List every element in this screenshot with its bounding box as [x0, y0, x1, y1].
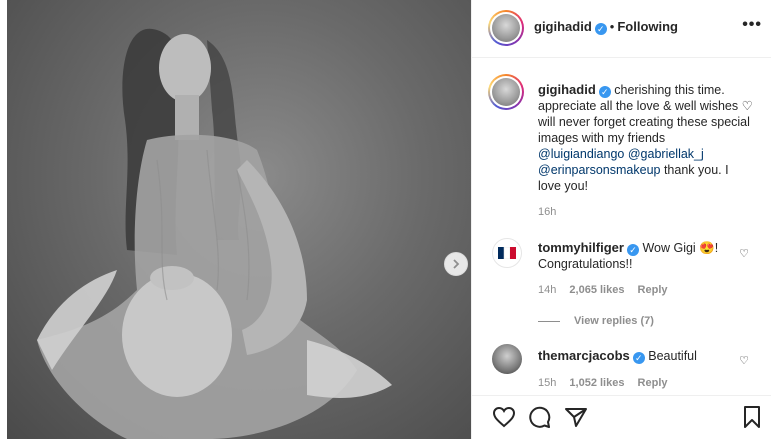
comment-likes[interactable]: 1,052 likes: [569, 377, 624, 389]
caption-avatar[interactable]: [488, 74, 524, 110]
reply-button[interactable]: Reply: [638, 377, 668, 389]
comment-avatar[interactable]: [492, 344, 522, 374]
comment-avatar[interactable]: [492, 238, 522, 268]
caption-line-4: images with my friends: [538, 131, 666, 145]
caption-username[interactable]: gigihadid: [538, 82, 596, 97]
heart-icon[interactable]: [492, 406, 516, 428]
caption: gigihadid ✓ cherishing this time. appreci…: [538, 82, 763, 194]
share-icon[interactable]: [564, 406, 588, 428]
bookmark-icon[interactable]: [742, 405, 762, 429]
comment-text-line-2: Congratulations!!: [538, 257, 633, 271]
verified-icon: ✓: [626, 244, 639, 256]
comment-like-icon[interactable]: ♡: [739, 354, 749, 367]
comment-likes[interactable]: 2,065 likes: [569, 284, 624, 296]
next-arrow-icon: [453, 259, 460, 269]
comment-username[interactable]: themarcjacobs: [538, 348, 630, 363]
post-photo[interactable]: [7, 0, 471, 439]
caption-line-2: appreciate all the love & well wishes ♡: [538, 99, 753, 113]
caption-line-1: cherishing this time.: [614, 83, 725, 97]
comment-time[interactable]: 15h: [538, 377, 556, 389]
comment-text: Beautiful: [648, 349, 697, 363]
comment-meta: 15h 1,052 likes Reply: [538, 377, 668, 389]
next-photo-button[interactable]: [444, 252, 468, 276]
verified-icon: ✓: [594, 23, 607, 35]
post-header: gigihadid ✓ • Following •••: [472, 0, 771, 58]
view-replies-label: View replies (7): [574, 315, 654, 327]
separator-dot: •: [609, 19, 615, 34]
comment-icon[interactable]: [528, 406, 552, 428]
caption-timestamp[interactable]: 16h: [538, 206, 556, 218]
action-bar: [472, 395, 771, 439]
comment-username[interactable]: tommyhilfiger: [538, 240, 624, 255]
view-replies-button[interactable]: View replies (7): [538, 315, 654, 327]
photo-illustration: [37, 28, 392, 439]
mention-link[interactable]: @erinparsonsmakeup: [538, 163, 660, 177]
post-media: [0, 0, 471, 439]
mention-link[interactable]: @gabriellak_j: [628, 147, 704, 161]
following-button[interactable]: Following: [617, 19, 678, 34]
verified-icon: ✓: [632, 352, 645, 364]
comment: tommyhilfiger ✓ Wow Gigi 😍! Congratulatio…: [538, 240, 738, 272]
comment-meta: 14h 2,065 likes Reply: [538, 284, 668, 296]
comment: themarcjacobs ✓ Beautiful: [538, 348, 738, 364]
avatar[interactable]: [488, 10, 524, 46]
comment-text: Wow Gigi 😍!: [642, 241, 719, 255]
comment-like-icon[interactable]: ♡: [739, 247, 749, 260]
tommy-flag-icon: [498, 247, 516, 259]
reply-button[interactable]: Reply: [638, 284, 668, 296]
replies-divider: [538, 320, 560, 322]
mention-link[interactable]: @luigiandiango: [538, 147, 624, 161]
comment-time[interactable]: 14h: [538, 284, 556, 296]
more-icon[interactable]: •••: [742, 16, 762, 34]
caption-line-3: will never forget creating these special: [538, 115, 750, 129]
caption-last-line: love you!: [538, 179, 589, 193]
post-sidebar: gigihadid ✓ • Following ••• gigihadid ✓ cher…: [471, 0, 771, 439]
caption-tail: thank you. I: [660, 163, 729, 177]
header-username[interactable]: gigihadid: [534, 19, 592, 34]
verified-icon: ✓: [598, 86, 611, 98]
